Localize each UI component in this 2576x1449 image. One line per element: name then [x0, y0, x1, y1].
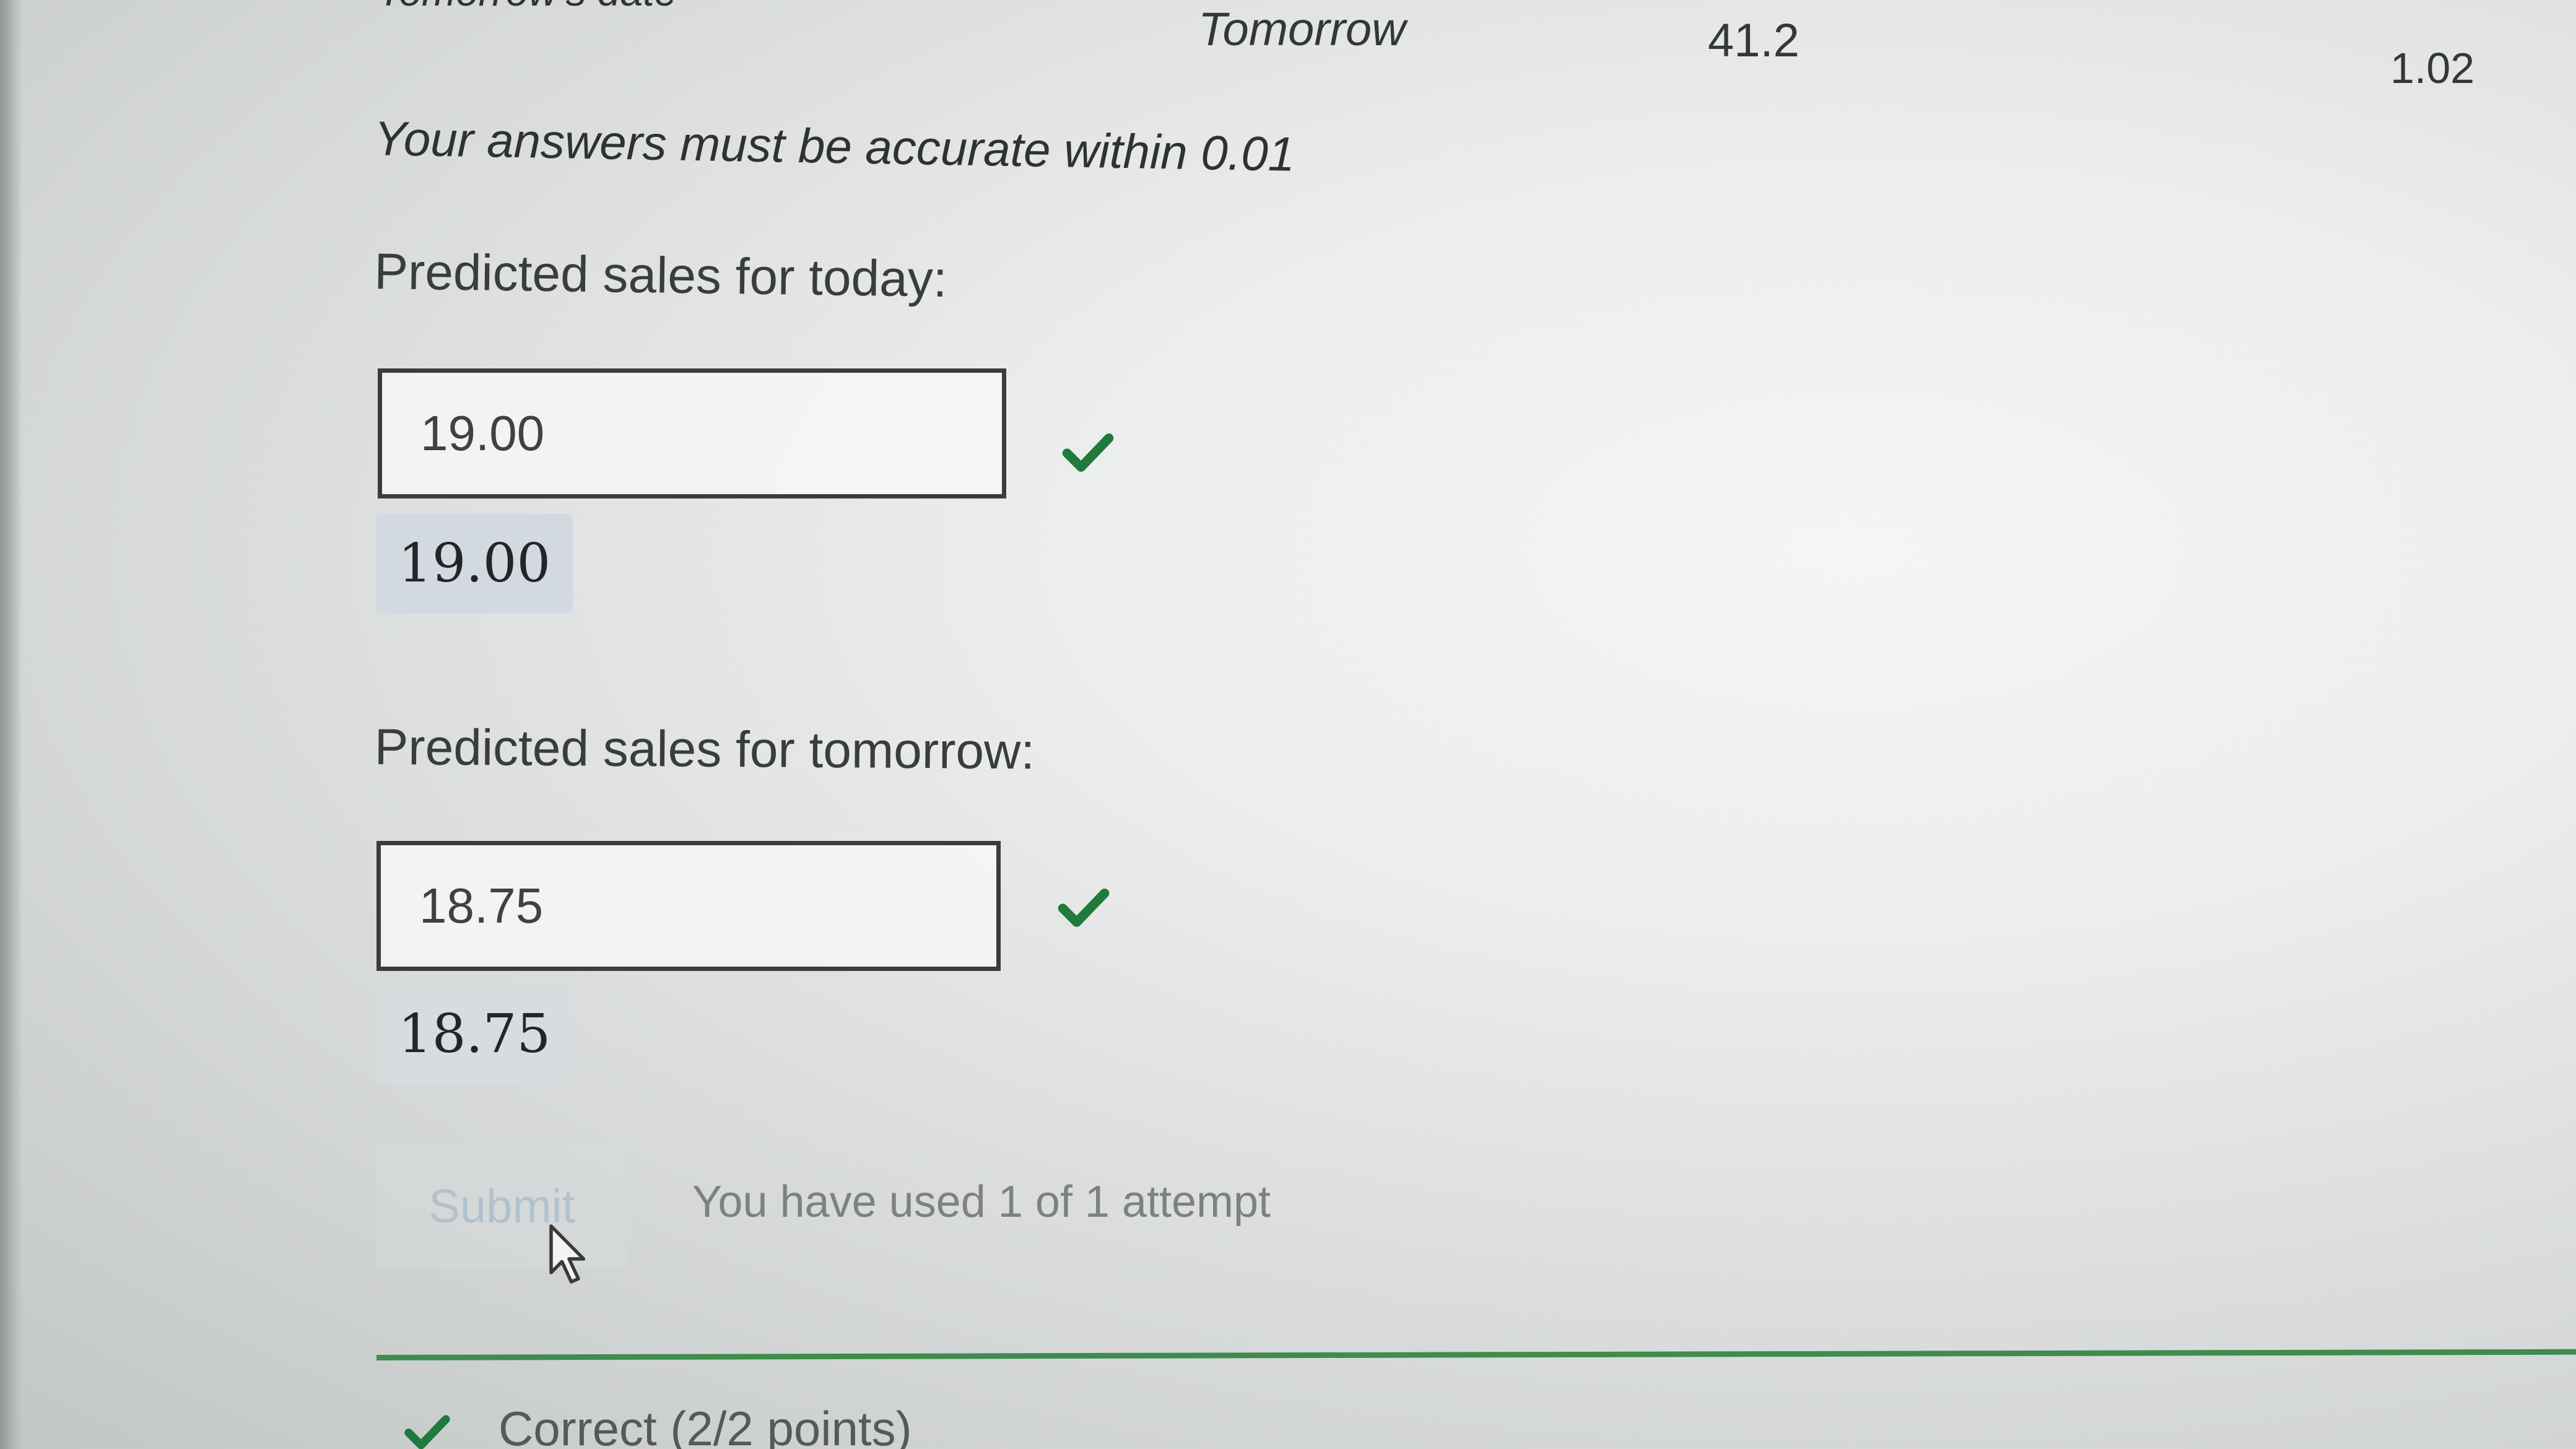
answer-preview-today: 19.00	[376, 514, 573, 613]
check-icon	[404, 1415, 450, 1449]
answer-preview-tomorrow: 18.75	[376, 985, 573, 1084]
question-label-today: Predicted sales for today:	[373, 243, 948, 308]
check-icon	[1062, 433, 1114, 472]
mouse-pointer-icon	[549, 1224, 586, 1284]
result-status-text: Correct (2/2 points)	[498, 1401, 912, 1449]
window-left-edge	[0, 0, 22, 1449]
answer-input-tomorrow[interactable]	[376, 841, 1001, 971]
attempts-used-text: You have used 1 of 1 attempt	[692, 1177, 1271, 1227]
cropped-header-label: Tomorrow's date	[378, 0, 677, 15]
accuracy-instruction: Your answers must be accurate within 0.0…	[373, 110, 1295, 181]
check-icon	[1058, 889, 1110, 927]
question-label-tomorrow: Predicted sales for tomorrow:	[374, 719, 1035, 780]
table-cell-value: 41.2	[1708, 14, 1799, 67]
result-divider	[376, 1349, 2576, 1360]
answer-input-today[interactable]	[378, 368, 1006, 498]
table-cell-day: Tomorrow	[1198, 3, 1406, 56]
table-cell-extra: 1.02	[2390, 44, 2475, 92]
